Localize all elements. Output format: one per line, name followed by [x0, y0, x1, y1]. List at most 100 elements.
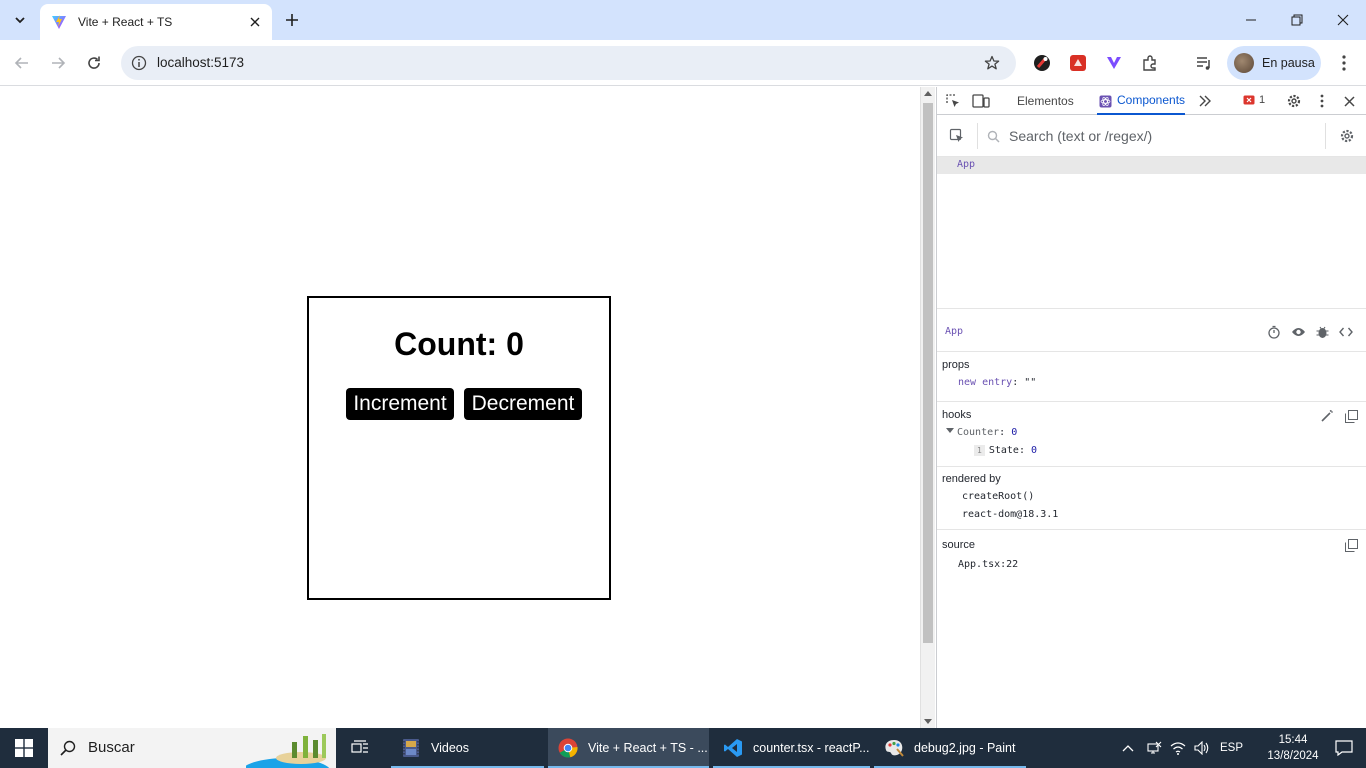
task-view-icon[interactable]	[344, 728, 376, 768]
close-window-icon[interactable]	[1320, 0, 1366, 40]
language-indicator[interactable]: ESP	[1220, 742, 1243, 754]
taskbar-app-label: debug2.jpg - Paint	[914, 741, 1016, 755]
wifi-icon[interactable]	[1170, 741, 1186, 755]
prop-entry[interactable]: new entry: ""	[958, 377, 1036, 388]
taskbar-app-paint[interactable]: debug2.jpg - Paint	[874, 728, 1026, 768]
component-tree-item-app[interactable]: App	[937, 157, 1366, 174]
taskbar-clock[interactable]: 15:44 13/8/2024	[1262, 732, 1324, 764]
taskbar-app-chrome[interactable]: Vite + React + TS - ...	[548, 728, 709, 768]
browser-tab-active[interactable]: Vite + React + TS	[40, 4, 272, 40]
network-disconnected-icon[interactable]	[1146, 741, 1162, 755]
taskbar-app-videos[interactable]: Videos	[391, 728, 544, 768]
expand-arrow-icon[interactable]	[946, 427, 954, 435]
browser-toolbar: localhost:5173 En pausa	[0, 40, 1366, 86]
extension-brush-icon[interactable]	[1029, 50, 1055, 76]
hook-entry-state[interactable]: 1 State: 0	[974, 445, 1037, 456]
taskbar-search-label: Buscar	[88, 739, 135, 756]
error-counter[interactable]: 1	[1243, 94, 1265, 106]
vite-logo-icon	[52, 15, 66, 29]
search-icon	[60, 740, 76, 756]
hooks-section: hooks Counter: 0 1 State: 0	[937, 402, 1366, 467]
prop-value: ""	[1024, 377, 1037, 388]
react-logo-icon	[1099, 95, 1112, 108]
settings-gear-icon[interactable]	[1284, 91, 1304, 111]
copy-icon[interactable]	[1341, 535, 1361, 555]
volume-icon[interactable]	[1194, 741, 1210, 755]
clock-time: 15:44	[1278, 734, 1308, 746]
minimize-icon[interactable]	[1228, 0, 1274, 40]
source-title: source	[942, 539, 976, 551]
hook-index-badge: 1	[974, 445, 985, 456]
notification-center-icon[interactable]	[1322, 728, 1366, 768]
tab-title: Vite + React + TS	[78, 15, 173, 29]
taskbar-search-box[interactable]: Buscar	[48, 728, 336, 768]
state-label: State	[988, 445, 1019, 456]
hook-entry-counter[interactable]: Counter: 0	[946, 427, 1017, 438]
counter-card: Count: 0 Increment Decrement	[307, 296, 611, 600]
copy-icon[interactable]	[1341, 406, 1361, 426]
windows-taskbar: Buscar Videos Vite + React + TS - ... co…	[0, 728, 1366, 768]
hooks-title: hooks	[942, 409, 972, 421]
url-text[interactable]: localhost:5173	[157, 55, 244, 70]
chevron-up-icon[interactable]	[1122, 744, 1134, 752]
tab-search-button[interactable]	[8, 8, 32, 32]
tab-strip: Vite + React + TS	[0, 0, 1366, 40]
props-title: props	[942, 359, 970, 371]
reload-icon[interactable]	[81, 50, 107, 76]
profile-button[interactable]: En pausa	[1227, 46, 1321, 80]
rendered-by-item[interactable]: createRoot()	[962, 491, 1034, 502]
decrement-button[interactable]: Decrement	[464, 388, 582, 420]
devtools-tabbar: Elementos Components 1	[937, 87, 1366, 115]
close-tab-icon[interactable]	[246, 13, 264, 31]
windows-start-icon[interactable]	[0, 728, 48, 768]
tab-components[interactable]: Components	[1097, 87, 1186, 115]
page-scrollbar[interactable]	[920, 87, 935, 728]
browser-menu-icon[interactable]	[1331, 50, 1357, 76]
film-icon	[401, 738, 421, 758]
selected-component-name: App	[945, 326, 964, 337]
scroll-down-arrow-icon[interactable]	[924, 719, 932, 724]
error-count: 1	[1259, 94, 1266, 106]
devtools-panel: Elementos Components 1 Search (text or /…	[936, 87, 1366, 728]
extensions-puzzle-icon[interactable]	[1137, 50, 1163, 76]
divider	[1325, 123, 1326, 149]
prop-key: new entry	[958, 377, 1013, 388]
media-controls-icon[interactable]	[1191, 50, 1217, 76]
restore-icon[interactable]	[1274, 0, 1320, 40]
address-bar[interactable]: localhost:5173	[121, 46, 1016, 80]
source-file-link[interactable]: App.tsx:22	[958, 559, 1018, 570]
device-toolbar-icon[interactable]	[971, 91, 991, 111]
new-tab-icon[interactable]	[281, 8, 303, 32]
search-highlight-illustration	[246, 734, 330, 768]
bug-icon[interactable]	[1312, 322, 1332, 342]
rendered-by-item[interactable]: react-dom@18.3.1	[962, 509, 1058, 520]
more-tabs-icon[interactable]	[1195, 91, 1215, 111]
scrollbar-thumb[interactable]	[923, 103, 933, 643]
devtools-menu-icon[interactable]	[1312, 91, 1332, 111]
chrome-icon	[558, 738, 578, 758]
props-section: props new entry: ""	[937, 352, 1366, 402]
taskbar-app-label: Videos	[431, 741, 469, 755]
magic-wand-icon[interactable]	[1317, 406, 1337, 426]
components-search-bar: Search (text or /regex/)	[937, 115, 1366, 157]
extension-red-icon[interactable]	[1065, 50, 1091, 76]
close-devtools-icon[interactable]	[1339, 91, 1359, 111]
eye-icon[interactable]	[1288, 322, 1308, 342]
taskbar-app-vscode[interactable]: counter.tsx - reactP...	[713, 728, 870, 768]
inspect-element-icon[interactable]	[943, 91, 963, 111]
tab-elements[interactable]: Elementos	[1017, 87, 1074, 115]
components-settings-icon[interactable]	[1337, 126, 1357, 146]
components-search-input[interactable]: Search (text or /regex/)	[1009, 128, 1152, 144]
scroll-up-arrow-icon[interactable]	[924, 91, 932, 96]
site-info-icon[interactable]	[127, 51, 151, 75]
view-source-icon[interactable]	[1336, 322, 1356, 342]
bookmark-star-icon[interactable]	[981, 52, 1003, 74]
search-icon	[983, 126, 1003, 146]
error-icon	[1243, 95, 1255, 105]
stopwatch-icon[interactable]	[1264, 322, 1284, 342]
increment-button[interactable]: Increment	[346, 388, 454, 420]
back-arrow-icon[interactable]	[9, 50, 35, 76]
forward-arrow-icon[interactable]	[45, 50, 71, 76]
extension-purple-icon[interactable]	[1101, 50, 1127, 76]
select-element-icon[interactable]	[947, 126, 967, 146]
